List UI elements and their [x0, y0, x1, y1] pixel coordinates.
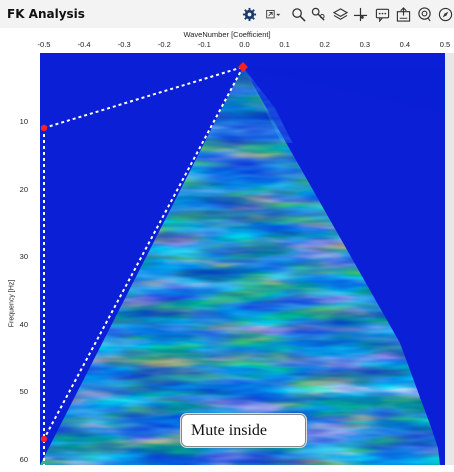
lasso-icon[interactable]: [416, 6, 432, 22]
comment-icon[interactable]: [374, 6, 390, 22]
y-axis-label: Frequency [Hz]: [8, 279, 16, 328]
vertical-scrollbar[interactable]: [445, 53, 454, 465]
x-tick-label: 0.1: [279, 40, 290, 49]
title-bar: FK Analysis: [0, 0, 454, 28]
annotation-text: Mute inside: [191, 421, 267, 439]
x-tick-label: -0.4: [77, 40, 91, 49]
fk-spectrum-plot[interactable]: [40, 53, 445, 465]
layer-select-icon[interactable]: [262, 6, 284, 22]
export-icon[interactable]: [395, 6, 411, 22]
x-axis-label: WaveNumber [Coefficient]: [183, 30, 271, 39]
x-tick-label: -0.5: [37, 40, 51, 49]
layers-icon[interactable]: [332, 6, 348, 22]
crosshair-icon[interactable]: [352, 6, 368, 22]
vertex-handle-left-bottom[interactable]: [40, 435, 48, 443]
y-tick-label: 20: [19, 184, 28, 194]
vertex-handle-left-top[interactable]: [40, 124, 48, 132]
y-tick-label: 10: [19, 117, 28, 126]
x-tick-label: 0.4: [399, 40, 411, 49]
window-title: FK Analysis: [7, 7, 85, 21]
x-tick-label: 0.2: [319, 40, 330, 49]
x-tick-label: 0.0: [239, 40, 250, 49]
pan-icon[interactable]: [310, 6, 326, 22]
x-tick-label: 0.3: [359, 40, 371, 49]
y-tick-label: 40: [19, 319, 28, 329]
y-tick-label: 30: [19, 252, 28, 262]
fk-spectrum-canvas[interactable]: [40, 53, 445, 465]
x-tick-label: 0.5: [439, 40, 451, 49]
y-tick-label: 60: [19, 455, 28, 464]
compass-icon[interactable]: [437, 6, 453, 22]
x-tick-label: -0.2: [157, 40, 171, 49]
zoom-icon[interactable]: [290, 6, 306, 22]
gear-icon[interactable]: [241, 6, 257, 22]
x-tick-label: -0.3: [117, 40, 131, 49]
mute-annotation: Mute inside: [181, 414, 306, 447]
y-tick-label: 50: [19, 387, 28, 397]
x-tick-label: -0.1: [197, 40, 211, 49]
